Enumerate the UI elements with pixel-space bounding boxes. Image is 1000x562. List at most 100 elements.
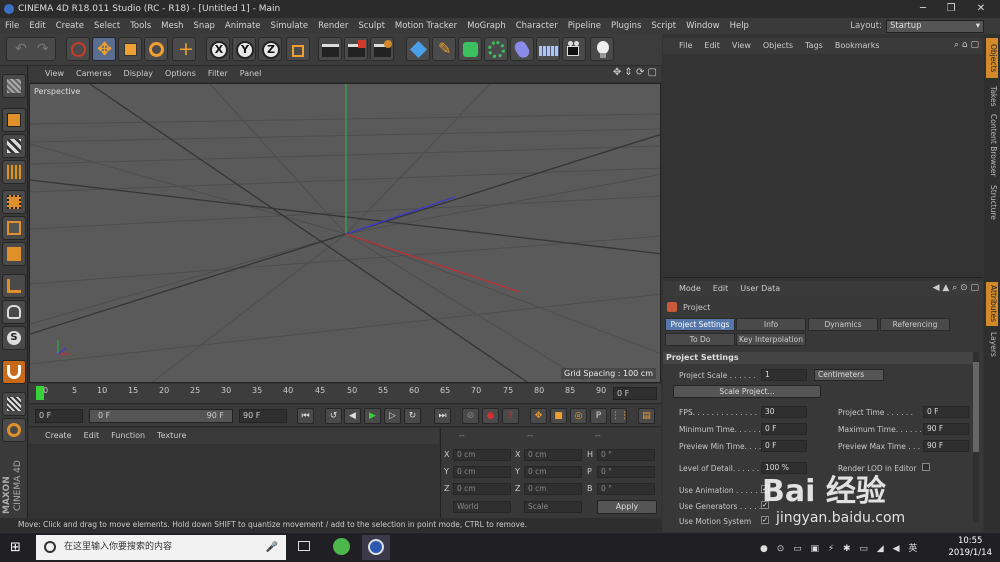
object-list[interactable]	[663, 54, 983, 278]
pos-z-field[interactable]: 0 cm	[453, 483, 511, 495]
tab-dynamics[interactable]: Dynamics	[808, 318, 878, 331]
objects-menu-objects[interactable]: Objects	[757, 38, 799, 54]
make-editable-icon[interactable]	[2, 74, 26, 98]
viewport-menu-display[interactable]: Display	[118, 66, 160, 82]
polygons-mode-icon[interactable]	[2, 242, 26, 266]
menu-sculpt[interactable]: Sculpt	[353, 18, 390, 34]
subdivision-surface-icon[interactable]	[458, 37, 482, 61]
previous-frame-icon[interactable]: ◀	[344, 408, 361, 424]
timeline-ruler[interactable]: 0 5 10 15 20 25 30 35 40 45 50 55 60 65 …	[29, 384, 661, 404]
menu-tools[interactable]: Tools	[125, 18, 156, 34]
previous-key-icon[interactable]: ↺	[325, 408, 342, 424]
coord-system-dropdown[interactable]: World	[453, 501, 511, 513]
end-frame-field[interactable]: 90 F	[239, 409, 287, 423]
current-frame-field[interactable]: 0 F	[613, 387, 657, 400]
play-forward-icon[interactable]: ▶	[364, 408, 381, 424]
viewport-menu-options[interactable]: Options	[159, 66, 202, 82]
move-tool-icon[interactable]: ✥	[92, 37, 116, 61]
live-selection-icon[interactable]	[66, 37, 90, 61]
close-button[interactable]: ✕	[966, 0, 996, 18]
timeline-window-icon[interactable]: ▤	[638, 408, 655, 424]
goto-start-icon[interactable]: ⏮	[297, 408, 314, 424]
size-mode-dropdown[interactable]: Scale	[524, 501, 582, 513]
browser-taskbar-icon[interactable]	[333, 538, 350, 555]
rotate-tool-icon[interactable]	[144, 37, 168, 61]
objects-search-icon[interactable]: ⌕ ⌂ ▢	[954, 40, 979, 50]
attributes-menu-mode[interactable]: Mode	[673, 281, 707, 297]
menu-snap[interactable]: Snap	[189, 18, 220, 34]
taskbar-search-box[interactable]: 在这里输入你要搜索的内容 🎤	[36, 535, 286, 560]
floor-icon[interactable]	[536, 37, 560, 61]
menu-select[interactable]: Select	[89, 18, 125, 34]
material-menu-edit[interactable]: Edit	[78, 428, 106, 444]
rot-b-field[interactable]: 0 °	[597, 483, 655, 495]
menu-pipeline[interactable]: Pipeline	[563, 18, 606, 34]
objects-menu-view[interactable]: View	[726, 38, 757, 54]
x-axis-lock-icon[interactable]: X	[206, 37, 230, 61]
enable-axis-icon[interactable]	[2, 274, 26, 298]
fps-field[interactable]: 30	[761, 406, 807, 418]
menu-create[interactable]: Create	[51, 18, 89, 34]
render-lod-checkbox[interactable]	[922, 463, 930, 471]
maximum-time-field[interactable]: 90 F	[923, 423, 969, 435]
tab-project-settings[interactable]: Project Settings	[665, 318, 735, 331]
cloner-icon[interactable]	[484, 37, 508, 61]
pos-y-field[interactable]: 0 cm	[453, 466, 511, 478]
menu-edit[interactable]: Edit	[24, 18, 50, 34]
attributes-scrollbar[interactable]	[973, 352, 979, 522]
last-tool-icon[interactable]: +	[172, 37, 196, 61]
planar-workplane-icon[interactable]	[2, 418, 26, 442]
edges-mode-icon[interactable]	[2, 216, 26, 240]
taskbar-clock[interactable]: 10:55 2019/1/14	[948, 535, 992, 559]
tab-key-interpolation[interactable]: Key Interpolation	[736, 333, 806, 346]
project-time-field[interactable]: 0 F	[923, 406, 969, 418]
tab-referencing[interactable]: Referencing	[880, 318, 950, 331]
record-active-icon[interactable]: ●	[482, 408, 499, 424]
menu-file[interactable]: File	[0, 18, 24, 34]
system-tray-icons[interactable]: ● ⊙ ▭ ▣ ⚡ ✱ ▭ ◢ ◀ 英	[760, 541, 920, 554]
task-view-icon[interactable]	[298, 541, 310, 551]
preview-max-time-field[interactable]: 90 F	[923, 440, 969, 452]
z-axis-lock-icon[interactable]: Z	[258, 37, 282, 61]
undo-redo-icon[interactable]: ↶ ↷	[6, 37, 56, 61]
coordinate-system-icon[interactable]	[286, 37, 310, 61]
autokey-icon[interactable]: ?	[502, 408, 519, 424]
texture-mode-icon[interactable]	[2, 134, 26, 158]
layout-dropdown[interactable]: Startup	[886, 19, 984, 33]
menu-character[interactable]: Character	[511, 18, 563, 34]
motion-record-icon[interactable]: ⊘	[462, 408, 479, 424]
key-pla-icon[interactable]: ⋮⋮	[610, 408, 629, 424]
cube-icon[interactable]	[406, 37, 430, 61]
rot-p-field[interactable]: 0 °	[597, 466, 655, 478]
render-settings-icon[interactable]	[370, 37, 394, 61]
light-icon[interactable]	[590, 37, 614, 61]
menu-animate[interactable]: Animate	[220, 18, 266, 34]
viewport-menu-panel[interactable]: Panel	[234, 66, 268, 82]
project-scale-field[interactable]: 1	[761, 369, 807, 381]
project-scale-unit-dropdown[interactable]: Centimeters	[814, 369, 884, 381]
menu-help[interactable]: Help	[725, 18, 754, 34]
minimize-button[interactable]: ─	[908, 0, 938, 18]
apply-button[interactable]: Apply	[597, 500, 657, 514]
menu-simulate[interactable]: Simulate	[266, 18, 314, 34]
material-menu-create[interactable]: Create	[39, 428, 78, 444]
key-position-icon[interactable]: ✥	[530, 408, 547, 424]
viewport-nav-icons[interactable]: ✥ ⇕ ⟳ ▢	[613, 67, 657, 78]
tab-attributes[interactable]: Attributes	[986, 282, 998, 326]
size-y-field[interactable]: 0 cm	[524, 466, 582, 478]
objects-menu-file[interactable]: File	[673, 38, 698, 54]
pos-x-field[interactable]: 0 cm	[453, 449, 511, 461]
microphone-icon[interactable]: 🎤	[266, 535, 278, 560]
start-frame-field[interactable]: 0 F	[35, 409, 83, 423]
frame-range-slider[interactable]: 0 F 90 F	[89, 409, 233, 423]
tab-content-browser[interactable]: Content Browser	[986, 112, 998, 178]
model-mode-icon[interactable]	[2, 108, 26, 132]
locked-workplane-icon[interactable]	[2, 392, 26, 416]
scale-tool-icon[interactable]	[118, 37, 142, 61]
objects-menu-edit[interactable]: Edit	[698, 38, 726, 54]
menu-plugins[interactable]: Plugins	[606, 18, 646, 34]
size-z-field[interactable]: 0 cm	[524, 483, 582, 495]
menu-mesh[interactable]: Mesh	[156, 18, 188, 34]
key-scale-icon[interactable]: ■	[550, 408, 567, 424]
next-key-icon[interactable]: ↻	[404, 408, 421, 424]
